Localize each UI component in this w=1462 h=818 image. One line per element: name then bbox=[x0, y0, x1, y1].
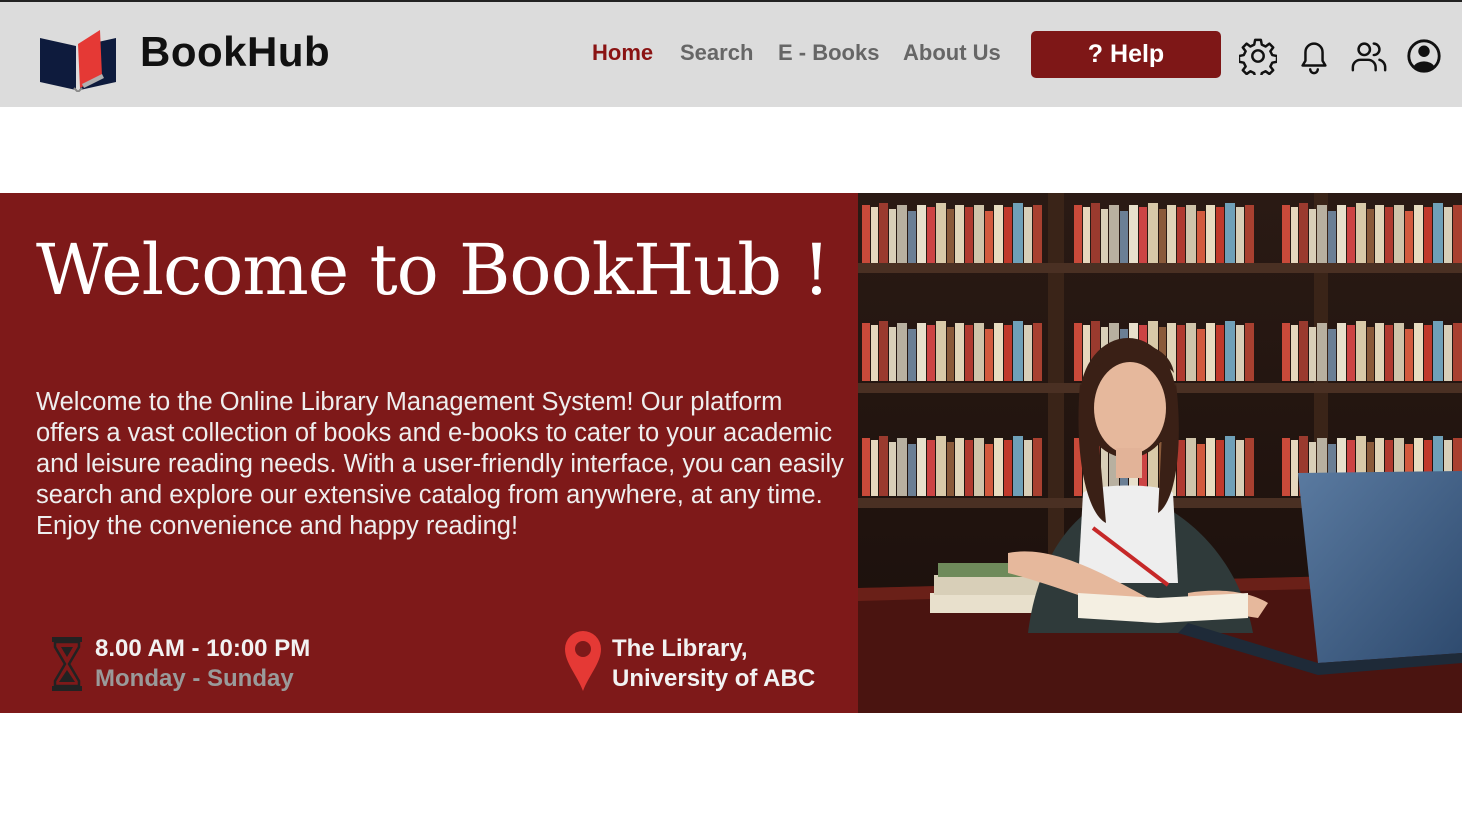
hero-title: Welcome to BookHub ! bbox=[36, 229, 830, 311]
opening-hours: 8.00 AM - 10:00 PM bbox=[95, 635, 311, 662]
nav-search[interactable]: Search bbox=[680, 40, 753, 72]
opening-days: Monday - Sunday bbox=[95, 665, 294, 692]
open-book-logo-icon[interactable] bbox=[38, 26, 118, 92]
location-name: The Library, bbox=[612, 635, 748, 662]
welcome-panel: Welcome to BookHub ! Welcome to the Onli… bbox=[0, 193, 858, 713]
nav-ebooks[interactable]: E - Books bbox=[778, 40, 879, 72]
gear-icon[interactable] bbox=[1239, 37, 1277, 75]
nav-about-us[interactable]: About Us bbox=[903, 40, 1001, 72]
hourglass-icon bbox=[52, 637, 82, 691]
nav-home[interactable]: Home bbox=[592, 40, 653, 72]
bell-icon[interactable] bbox=[1295, 37, 1333, 75]
top-navigation-bar: BookHub Home Search E - Books About Us ?… bbox=[0, 2, 1462, 107]
location-address: University of ABC bbox=[612, 665, 816, 692]
help-button[interactable]: ? Help bbox=[1031, 31, 1221, 78]
library-student-photo bbox=[858, 193, 1462, 713]
users-icon[interactable] bbox=[1350, 37, 1388, 75]
page: BookHub Home Search E - Books About Us ?… bbox=[0, 0, 1462, 818]
location-pin-icon bbox=[565, 631, 601, 691]
brand-name[interactable]: BookHub bbox=[140, 28, 330, 76]
hero-description: Welcome to the Online Library Management… bbox=[36, 388, 844, 540]
user-profile-icon[interactable] bbox=[1405, 37, 1443, 75]
